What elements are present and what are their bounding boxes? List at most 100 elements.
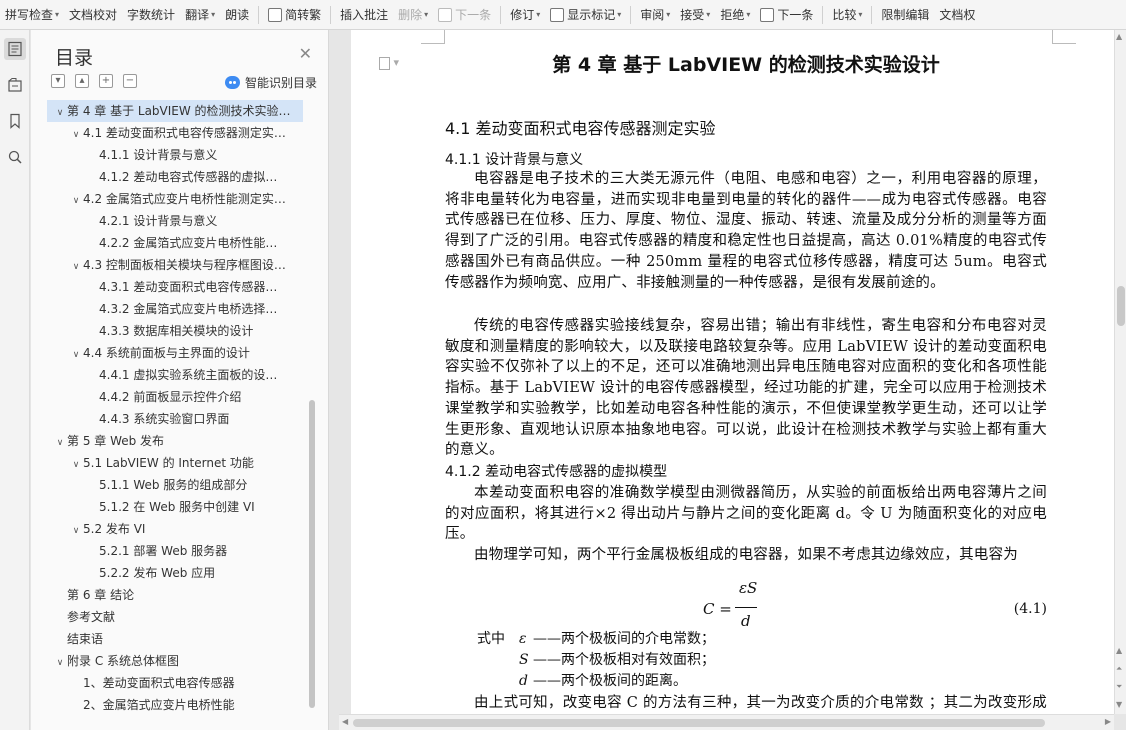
scroll-up-icon[interactable]: ▲ — [1116, 646, 1122, 655]
markup-icon — [550, 7, 565, 22]
expand-all-icon[interactable]: ▴ — [75, 74, 89, 88]
toolbar-button[interactable]: 下一条 — [755, 4, 818, 26]
toolbar-button-label: 简转繁 — [285, 8, 322, 22]
next-page-icon[interactable]: ⏷ — [1116, 682, 1122, 692]
outline-item[interactable]: ∨ 4.2 金属箔式应变片电桥性能测定实… — [47, 188, 303, 210]
vertical-scrollbar[interactable]: ▲ ▲ ⏶ ⏷ ▼ — [1114, 30, 1126, 714]
outline-item[interactable]: ∨ 4.3 控制面板相关模块与程序框图设… — [47, 254, 303, 276]
add-heading-icon[interactable]: + — [99, 74, 113, 88]
formula-numerator: εS — [739, 579, 758, 597]
horizontal-scrollbar[interactable]: ◀ ▶ — [339, 714, 1114, 730]
toolbar-button[interactable]: 文档校对 — [64, 4, 122, 26]
scroll-left-icon[interactable]: ◀ — [342, 717, 348, 726]
toolbar-button[interactable]: 下一条 — [433, 4, 496, 26]
chevron-down-icon[interactable]: ∨ — [69, 190, 83, 210]
chevron-down-icon[interactable]: ∨ — [53, 652, 67, 672]
toolbar-separator — [258, 5, 260, 24]
outline-item[interactable]: 1、差动变面积式电容传感器 — [47, 672, 303, 694]
prev-page-icon[interactable]: ⏶ — [1116, 664, 1122, 674]
chevron-down-icon[interactable]: ∨ — [69, 256, 83, 276]
vertical-scroll-thumb[interactable] — [1117, 286, 1125, 326]
search-icon[interactable] — [4, 146, 26, 168]
scroll-up-icon[interactable]: ▲ — [1116, 32, 1122, 41]
toolbar-button[interactable]: 插入批注 — [335, 4, 393, 26]
page-gutter — [329, 30, 351, 730]
chevron-down-icon[interactable]: ∨ — [53, 102, 67, 122]
outline-item[interactable]: 5.1.1 Web 服务的组成部分 — [47, 474, 303, 496]
toolbar-button[interactable]: 限制编辑 — [876, 4, 934, 26]
toolbar-button[interactable]: 字数统计 — [122, 4, 180, 26]
outline-item-label: 4.3.1 差动变面积式电容传感器… — [99, 280, 278, 294]
close-icon[interactable]: ✕ — [299, 46, 312, 62]
toolbar-button[interactable]: 文档权 — [934, 4, 980, 26]
formula-lhs: C = — [703, 600, 732, 618]
toolbar-button[interactable]: 显示标记 ▾ — [545, 4, 626, 26]
chevron-down-icon[interactable]: ∨ — [69, 344, 83, 364]
toolbar-button[interactable]: 朗读 — [220, 4, 254, 26]
scroll-down-icon[interactable]: ▼ — [1116, 700, 1122, 709]
chevron-down-icon[interactable]: ∨ — [53, 432, 67, 452]
toolbar-separator — [630, 5, 632, 24]
outline-item[interactable]: 4.4.1 虚拟实验系统主面板的设… — [47, 364, 303, 386]
outline-scrollbar[interactable]: ▲ ▼ — [309, 100, 315, 720]
chevron-down-icon[interactable]: ∨ — [69, 454, 83, 474]
toolbar-button[interactable]: 翻译 ▾ — [180, 4, 220, 26]
fraction-bar — [735, 607, 757, 608]
toolbar-button[interactable]: 简转繁 — [263, 4, 326, 26]
outline-item[interactable]: 5.2.1 部署 Web 服务器 — [47, 540, 303, 562]
smart-toc-button[interactable]: 智能识别目录 — [224, 74, 317, 91]
collapse-all-icon[interactable]: ▾ — [51, 74, 65, 88]
chevron-down-icon[interactable]: ∨ — [69, 520, 83, 540]
outline-item[interactable]: ∨ 5.1 LabVIEW 的 Internet 功能 — [47, 452, 303, 474]
outline-item[interactable]: ∨ 第 5 章 Web 发布 — [47, 430, 303, 452]
outline-item[interactable]: ∨ 4.1 差动变面积式电容传感器测定实… — [47, 122, 303, 144]
outline-panel: 目录 ✕ ▾ ▴ + − 智能识别目录 ∨ 第 4 章 基于 LabVIEW 的检… — [31, 30, 329, 730]
outline-item[interactable]: 4.4.3 系统实验窗口界面 — [47, 408, 303, 430]
outline-item[interactable]: 结束语 — [47, 628, 303, 650]
toolbar-button-label: 插入批注 — [340, 8, 389, 22]
definition-text: ——两个极板间的介电常数； — [533, 631, 715, 647]
outline-item[interactable]: 第 6 章 结论 — [47, 584, 303, 606]
outline-item[interactable]: ∨ 4.4 系统前面板与主界面的设计 — [47, 342, 303, 364]
horizontal-scroll-thumb[interactable] — [353, 719, 1045, 727]
outline-item-label: 4.4.3 系统实验窗口界面 — [99, 412, 230, 426]
toolbar-button-label: 字数统计 — [127, 8, 176, 22]
outline-item[interactable]: 4.2.1 设计背景与意义 — [47, 210, 303, 232]
outline-item[interactable]: 4.3.2 金属箔式应变片电桥选择… — [47, 298, 303, 320]
paragraph-1: 电容器是电子技术的三大类无源元件（电阻、电感和电容）之一，利用电容器的原理，将非… — [445, 171, 1047, 291]
outline-item[interactable]: 4.3.3 数据库相关模块的设计 — [47, 320, 303, 342]
outline-item[interactable]: 4.4.2 前面板显示控件介绍 — [47, 386, 303, 408]
outline-item[interactable]: ∨ 5.2 发布 VI — [47, 518, 303, 540]
toolbar-button[interactable]: 拒绝 ▾ — [715, 4, 755, 26]
wps-writer-window: 拼写检查 ▾ 文档校对 字数统计 翻译 ▾ 朗读 简转繁 插入批注 删除 ▾ 下一条 修订 ▾ 显示标记 ▾ 审… — [0, 0, 1126, 730]
outline-item[interactable]: 4.2.2 金属箔式应变片电桥性能… — [47, 232, 303, 254]
page-icon[interactable]: ▾ — [379, 56, 399, 70]
outline-scroll-thumb[interactable] — [309, 400, 315, 708]
toolbar-button[interactable]: 比较 ▾ — [827, 4, 867, 26]
bookmark-icon[interactable] — [4, 110, 26, 132]
outline-icon[interactable] — [4, 38, 26, 60]
outline-item[interactable]: 5.1.2 在 Web 服务中创建 VI — [47, 496, 303, 518]
toolbar-button-label: 文档权 — [939, 8, 976, 22]
scroll-right-icon[interactable]: ▶ — [1105, 717, 1111, 726]
toolbar-button[interactable]: 修订 ▾ — [505, 4, 545, 26]
outline-item[interactable]: ∨ 附录 C 系统总体框图 — [47, 650, 303, 672]
outline-item[interactable]: ∨ 第 4 章 基于 LabVIEW 的检测技术实验… — [47, 100, 303, 122]
bookmark-tree-icon[interactable] — [4, 74, 26, 96]
outline-item-label: 4.3.3 数据库相关模块的设计 — [99, 324, 254, 338]
chevron-down-icon[interactable]: ∨ — [69, 124, 83, 144]
outline-item[interactable]: 4.1.2 差动电容式传感器的虚拟… — [47, 166, 303, 188]
remove-heading-icon[interactable]: − — [123, 74, 137, 88]
outline-item[interactable]: 2、金属箔式应变片电桥性能 — [47, 694, 303, 716]
toolbar-button-label: 限制编辑 — [881, 8, 930, 22]
nav-rail — [0, 30, 30, 730]
outline-item[interactable]: 4.1.1 设计背景与意义 — [47, 144, 303, 166]
toolbar-button[interactable]: 审阅 ▾ — [635, 4, 675, 26]
document-page[interactable]: ▾ 第 4 章 基于 LabVIEW 的检测技术实验设计 4.1 差动变面积式电… — [351, 30, 1114, 714]
outline-item[interactable]: 5.2.2 发布 Web 应用 — [47, 562, 303, 584]
toolbar-button[interactable]: 拼写检查 ▾ — [0, 4, 64, 26]
toolbar-button[interactable]: 接受 ▾ — [675, 4, 715, 26]
toolbar-button[interactable]: 删除 ▾ — [393, 4, 433, 26]
outline-item[interactable]: 4.3.1 差动变面积式电容传感器… — [47, 276, 303, 298]
outline-item[interactable]: 参考文献 — [47, 606, 303, 628]
